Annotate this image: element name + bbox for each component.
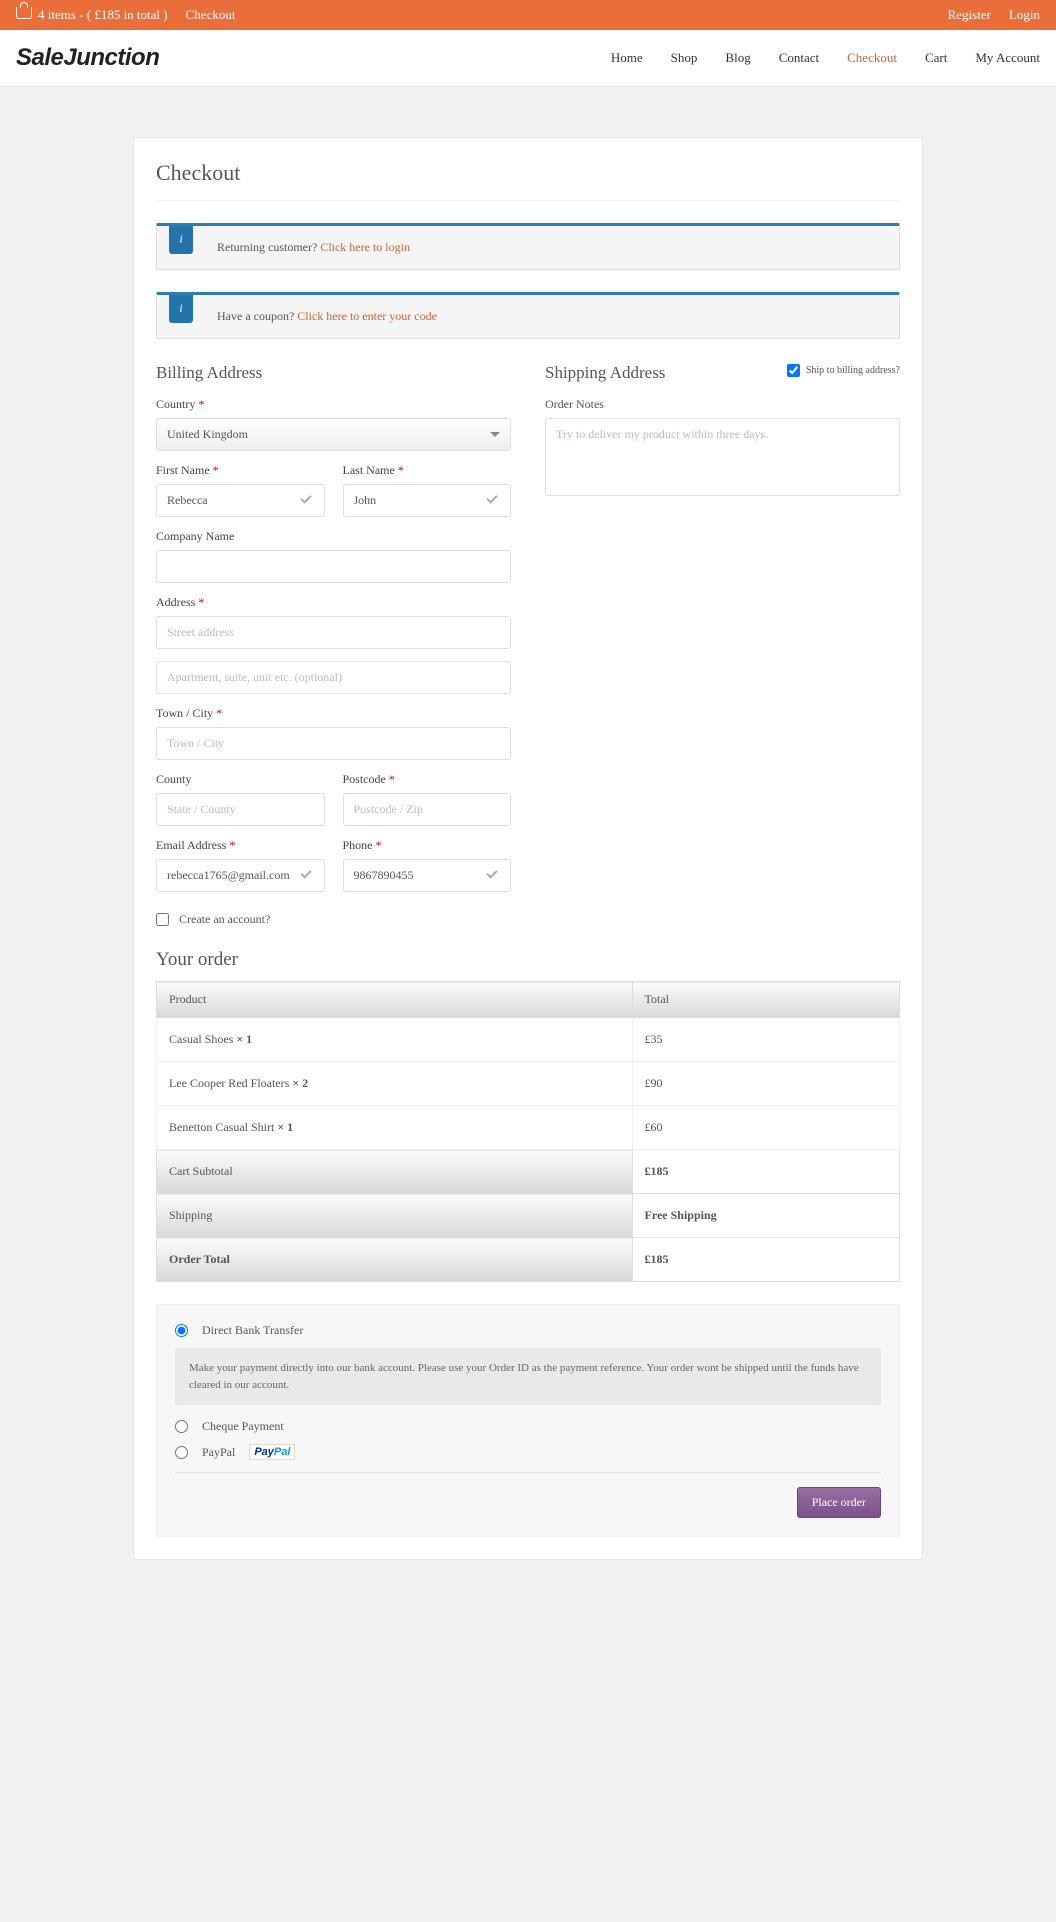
total-cell: £35 xyxy=(632,1018,899,1062)
country-value: United Kingdom xyxy=(167,427,248,442)
page-title: Checkout xyxy=(156,160,900,201)
address-label: Address * xyxy=(156,595,511,610)
company-label: Company Name xyxy=(156,529,511,544)
subtotal-value: £185 xyxy=(632,1150,899,1194)
product-cell: Casual Shoes × 1 xyxy=(157,1018,633,1062)
chevron-down-icon xyxy=(490,432,500,437)
first-name-input[interactable] xyxy=(156,484,325,517)
payment-cheque-radio[interactable] xyxy=(175,1420,188,1433)
cart-icon xyxy=(16,7,32,19)
topbar-login-link[interactable]: Login xyxy=(1009,7,1040,23)
nav-contact[interactable]: Contact xyxy=(779,50,819,66)
coupon-toggle-link[interactable]: Click here to enter your code xyxy=(297,309,437,323)
county-input[interactable] xyxy=(156,793,325,826)
phone-label: Phone * xyxy=(343,838,512,853)
returning-text: Returning customer? xyxy=(217,240,320,254)
ship-to-billing-wrap[interactable]: Ship to billing address? xyxy=(787,364,900,377)
col-total: Total xyxy=(632,982,899,1018)
order-notes-textarea[interactable] xyxy=(545,418,900,496)
create-account-label: Create an account? xyxy=(179,912,270,927)
total-cell: £60 xyxy=(632,1106,899,1150)
payment-cheque-label: Cheque Payment xyxy=(202,1419,284,1434)
shipping-value: Free Shipping xyxy=(632,1194,899,1238)
payment-bank-radio[interactable] xyxy=(175,1324,188,1337)
address2-input[interactable] xyxy=(156,661,511,694)
nav-checkout[interactable]: Checkout xyxy=(847,50,897,66)
order-table: Product Total Casual Shoes × 1£35Lee Coo… xyxy=(156,981,900,1282)
payment-bank-desc: Make your payment directly into our bank… xyxy=(175,1348,881,1405)
col-product: Product xyxy=(157,982,633,1018)
last-name-label: Last Name * xyxy=(343,463,512,478)
county-label: County xyxy=(156,772,325,787)
address1-input[interactable] xyxy=(156,616,511,649)
product-cell: Lee Cooper Red Floaters × 2 xyxy=(157,1062,633,1106)
paypal-icon: PayPal xyxy=(249,1444,295,1460)
payment-box: Direct Bank Transfer Make your payment d… xyxy=(156,1304,900,1537)
email-input[interactable] xyxy=(156,859,325,892)
topbar: 4 items - ( £185 in total ) Checkout Reg… xyxy=(0,0,1056,30)
shipping-label: Shipping xyxy=(157,1194,633,1238)
payment-paypal-label: PayPal xyxy=(202,1445,235,1460)
town-label: Town / City * xyxy=(156,706,511,721)
logo[interactable]: SaleJunction xyxy=(16,44,159,72)
nav-cart[interactable]: Cart xyxy=(925,50,947,66)
coupon-text: Have a coupon? xyxy=(217,309,297,323)
returning-customer-notice: i Returning customer? Click here to logi… xyxy=(156,223,900,270)
company-input[interactable] xyxy=(156,550,511,583)
email-label: Email Address * xyxy=(156,838,325,853)
country-select[interactable]: United Kingdom xyxy=(156,418,511,451)
table-row: Benetton Casual Shirt × 1£60 xyxy=(157,1106,900,1150)
nav-shop[interactable]: Shop xyxy=(671,50,698,66)
info-icon: i xyxy=(169,295,193,323)
first-name-label: First Name * xyxy=(156,463,325,478)
total-value: £185 xyxy=(632,1238,899,1282)
product-cell: Benetton Casual Shirt × 1 xyxy=(157,1106,633,1150)
nav-account[interactable]: My Account xyxy=(975,50,1040,66)
shipping-heading: Shipping Address xyxy=(545,363,665,383)
info-icon: i xyxy=(169,226,193,254)
table-row: Lee Cooper Red Floaters × 2£90 xyxy=(157,1062,900,1106)
place-order-button[interactable]: Place order xyxy=(797,1487,881,1518)
payment-paypal-radio[interactable] xyxy=(175,1446,188,1459)
postcode-label: Postcode * xyxy=(343,772,512,787)
country-label: Country * xyxy=(156,397,511,412)
ship-to-billing-label: Ship to billing address? xyxy=(806,365,900,376)
payment-bank-label: Direct Bank Transfer xyxy=(202,1323,303,1338)
phone-input[interactable] xyxy=(343,859,512,892)
shipping-column: Shipping Address Ship to billing address… xyxy=(545,363,900,927)
table-row: Casual Shoes × 1£35 xyxy=(157,1018,900,1062)
total-label: Order Total xyxy=(157,1238,633,1282)
topbar-checkout-link[interactable]: Checkout xyxy=(186,7,236,23)
total-cell: £90 xyxy=(632,1062,899,1106)
main-nav: Home Shop Blog Contact Checkout Cart My … xyxy=(611,50,1040,66)
nav-home[interactable]: Home xyxy=(611,50,643,66)
create-account-checkbox[interactable] xyxy=(156,913,169,926)
login-toggle-link[interactable]: Click here to login xyxy=(320,240,410,254)
postcode-input[interactable] xyxy=(343,793,512,826)
order-heading: Your order xyxy=(156,949,900,971)
header: SaleJunction Home Shop Blog Contact Chec… xyxy=(0,30,1056,87)
town-input[interactable] xyxy=(156,727,511,760)
billing-heading: Billing Address xyxy=(156,363,511,383)
coupon-notice: i Have a coupon? Click here to enter you… xyxy=(156,292,900,339)
topbar-cart-link[interactable]: 4 items - ( £185 in total ) xyxy=(16,7,168,23)
order-notes-label: Order Notes xyxy=(545,397,900,412)
billing-column: Billing Address Country * United Kingdom… xyxy=(156,363,511,927)
page-container: Checkout i Returning customer? Click her… xyxy=(133,137,923,1560)
nav-blog[interactable]: Blog xyxy=(725,50,750,66)
last-name-input[interactable] xyxy=(343,484,512,517)
topbar-register-link[interactable]: Register xyxy=(948,7,991,23)
subtotal-label: Cart Subtotal xyxy=(157,1150,633,1194)
ship-to-billing-checkbox[interactable] xyxy=(787,364,800,377)
